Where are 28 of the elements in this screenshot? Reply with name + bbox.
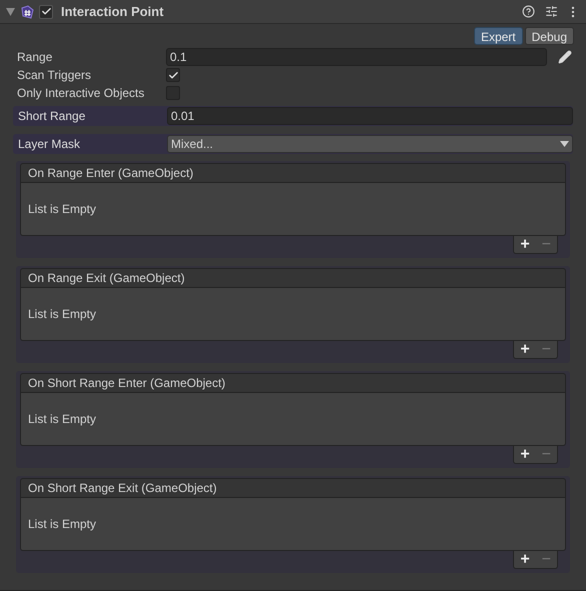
add-button[interactable]: +: [520, 552, 530, 568]
component-title: Interaction Point: [61, 2, 164, 21]
edit-icon[interactable]: [558, 50, 572, 64]
number-field[interactable]: 0.1: [166, 48, 547, 66]
mode-tab[interactable]: Debug: [524, 27, 574, 45]
checkbox[interactable]: [166, 68, 180, 82]
check-icon: [168, 70, 178, 80]
help-icon[interactable]: [522, 5, 535, 18]
add-button[interactable]: +: [520, 236, 530, 252]
script-icon: [19, 4, 35, 20]
foldout-arrow-icon[interactable]: [6, 8, 15, 16]
add-button[interactable]: +: [520, 446, 530, 462]
presets-icon[interactable]: [545, 5, 558, 18]
mode-tab[interactable]: Expert: [474, 27, 523, 45]
empty-list-text: List is Empty: [28, 201, 96, 218]
empty-list-text: List is Empty: [28, 411, 96, 428]
empty-list-text: List is Empty: [28, 306, 96, 323]
event-header: On Range Enter (GameObject): [20, 163, 566, 183]
event-header: On Short Range Enter (GameObject): [20, 373, 566, 393]
check-icon: [40, 6, 52, 17]
empty-list-text: List is Empty: [28, 516, 96, 533]
dropdown-arrow-icon: [560, 141, 569, 147]
enable-checkbox[interactable]: [39, 4, 53, 18]
event-header: On Short Range Exit (GameObject): [20, 478, 566, 498]
number-field[interactable]: 0.01: [167, 107, 573, 125]
dropdown[interactable]: Mixed...: [167, 135, 573, 153]
event-header: On Range Exit (GameObject): [20, 268, 566, 288]
add-button[interactable]: +: [520, 342, 530, 358]
